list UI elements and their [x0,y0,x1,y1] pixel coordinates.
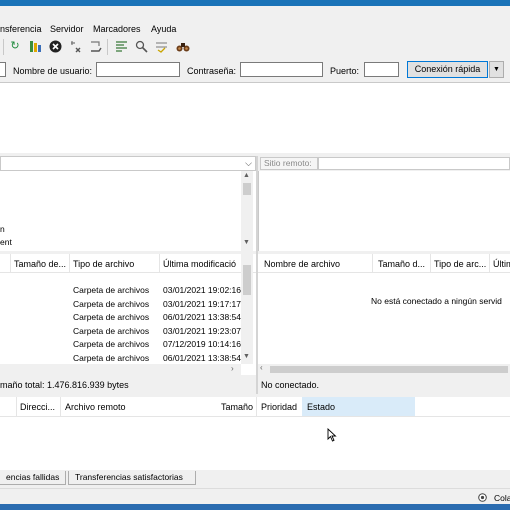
user-label: Nombre de usuario: [13,66,93,76]
column-type[interactable]: Tipo de archivo [73,259,134,269]
menu-bar: nsferencia Servidor Marcadores Ayuda [0,6,510,36]
remote-directory-tree [258,171,510,251]
local-list-scrollbar[interactable]: ▼ [241,254,253,364]
local-status: maño total: 1.476.816.939 bytes [0,375,256,394]
remote-site-bar: Sitio remoto: [258,156,510,171]
chevron-down-icon: ⌵ [245,158,252,168]
toolbar-separator [3,39,4,55]
queue-header: Direcci... Archivo remoto Tamaño Priorid… [0,397,510,417]
menu-ayuda[interactable]: Ayuda [151,24,176,34]
port-label: Puerto: [330,66,360,76]
row-modified[interactable]: 07/12/2019 10:14:16 [163,339,241,349]
status-bar: Cola [0,488,510,505]
queue-tabs: encias fallidas Transferencias satisfact… [0,470,510,488]
quickconnect-bar: Nombre de usuario: Contraseña: Puerto: C… [0,58,510,83]
toolbar-separator [107,39,108,55]
column-status[interactable]: Estado [307,402,335,412]
column-direction[interactable]: Direcci... [20,402,55,412]
menu-servidor[interactable]: Servidor [50,24,84,34]
menu-transferencia[interactable]: nsferencia [0,24,42,34]
search-files-icon[interactable] [134,39,148,53]
scroll-down-icon[interactable]: ▼ [243,353,250,360]
sync-browsing-icon[interactable] [154,39,168,53]
tree-item[interactable]: ent [0,237,12,247]
not-connected-message: No está conectado a ningún servid [371,296,502,306]
row-type[interactable]: Carpeta de archivos [73,339,149,349]
reconnect-icon[interactable] [88,39,102,53]
port-field[interactable] [364,62,399,77]
row-type[interactable]: Carpeta de archivos [73,312,149,322]
scroll-right-icon[interactable]: › [231,364,234,373]
remote-path-field[interactable] [318,157,510,170]
local-status-text: maño total: 1.476.816.939 bytes [0,380,129,390]
tab-successful-transfers[interactable]: Transferencias satisfactorias [68,471,196,485]
toolbar: ↻ [0,36,510,59]
password-field[interactable] [240,62,323,77]
scroll-up-icon[interactable]: ▲ [243,172,250,179]
row-modified[interactable]: 03/01/2021 19:02:16 [163,285,241,295]
remote-site-label: Sitio remoto: [260,157,318,170]
menu-marcadores[interactable]: Marcadores [93,24,141,34]
remote-file-list: Nombre de archivo Tamaño d... Tipo de ar… [258,254,510,375]
row-type[interactable]: Carpeta de archivos [73,285,149,295]
column-remote-file[interactable]: Archivo remoto [65,402,126,412]
local-file-list: Tamaño de... Tipo de archivo Última modi… [0,254,256,375]
scroll-left-icon[interactable]: ‹ [260,363,263,372]
column-priority[interactable]: Prioridad [261,402,297,412]
column-filename[interactable]: Nombre de archivo [264,259,340,269]
cancel-icon[interactable] [48,39,62,53]
column-size[interactable]: Tamaño [221,402,253,412]
toggle-filter-icon[interactable] [28,39,42,53]
taskbar-edge [0,504,510,510]
local-list-header: Tamaño de... Tipo de archivo Última modi… [0,254,256,273]
binoculars-icon[interactable] [176,39,190,53]
mouse-cursor-icon [327,428,337,442]
column-modified[interactable]: Últim [493,259,510,269]
row-modified[interactable]: 06/01/2021 13:38:54 [163,353,241,363]
queue-status-label: Cola [494,493,510,503]
quickconnect-button[interactable]: Conexión rápida [407,61,488,78]
remote-status-text: No conectado. [261,380,320,390]
scroll-down-icon[interactable]: ▼ [243,239,250,246]
scrollbar-thumb[interactable] [243,265,251,295]
local-list-hscrollbar[interactable]: › [0,364,241,375]
refresh-icon[interactable]: ↻ [8,39,22,53]
host-field[interactable] [0,62,6,77]
local-tree-scrollbar[interactable]: ▲ ▼ [241,171,253,251]
transfer-queue: Direcci... Archivo remoto Tamaño Priorid… [0,397,510,470]
column-modified[interactable]: Última modificació [163,259,236,269]
column-type[interactable]: Tipo de arc... [434,259,486,269]
quickconnect-dropdown-button[interactable]: ▼ [489,61,504,78]
remote-status: No conectado. [258,375,510,394]
remote-list-hscrollbar[interactable]: ‹ [258,363,510,375]
local-directory-tree: n ent ▲ ▼ [0,171,256,251]
row-modified[interactable]: 06/01/2021 13:38:54 [163,312,241,322]
message-log [0,83,510,153]
password-label: Contraseña: [187,66,237,76]
column-size[interactable]: Tamaño de... [14,259,66,269]
directory-compare-icon[interactable] [114,39,128,53]
tab-failed-transfers[interactable]: encias fallidas [0,471,66,485]
queue-status-icon [478,493,487,502]
local-path-combobox[interactable]: ⌵ [0,156,256,171]
user-field[interactable] [96,62,180,77]
row-modified[interactable]: 03/01/2021 19:17:17 [163,299,241,309]
column-size[interactable]: Tamaño d... [378,259,425,269]
remote-list-header: Nombre de archivo Tamaño d... Tipo de ar… [258,254,510,273]
disconnect-icon[interactable] [68,39,82,53]
row-type[interactable]: Carpeta de archivos [73,353,149,363]
row-type[interactable]: Carpeta de archivos [73,299,149,309]
tree-item[interactable]: n [0,224,5,234]
scrollbar-thumb[interactable] [243,183,251,195]
row-modified[interactable]: 03/01/2021 19:23:07 [163,326,241,336]
scrollbar-thumb[interactable] [270,366,508,373]
row-type[interactable]: Carpeta de archivos [73,326,149,336]
